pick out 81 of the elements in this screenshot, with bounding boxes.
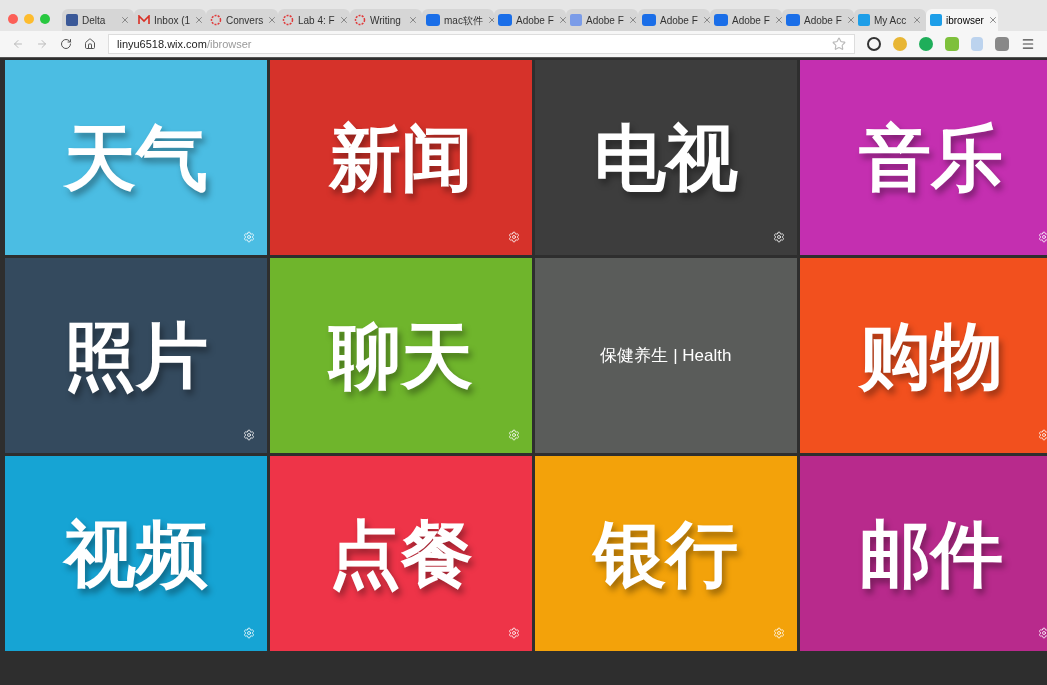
browser-tab[interactable]: My Acc (854, 9, 926, 32)
app-tile[interactable]: 邮件 (800, 456, 1047, 651)
browser-tab[interactable]: mac软件 (422, 9, 494, 32)
tab-title: Adobe F (586, 13, 624, 28)
url-path: /ibrowser (206, 36, 252, 52)
app-tile[interactable]: 音乐 (800, 60, 1047, 255)
settings-icon[interactable] (1038, 429, 1047, 441)
settings-icon[interactable] (508, 231, 520, 243)
tab-title: Adobe F (732, 13, 770, 28)
browser-tab[interactable]: Convers (206, 9, 278, 32)
tile-label: 音乐 (859, 121, 1003, 194)
tile-label: 电视 (594, 121, 738, 194)
close-tab-icon[interactable] (120, 15, 130, 26)
tile-label: 邮件 (859, 517, 1003, 590)
address-field[interactable]: linyu6518.wix.com/ibrowser (108, 34, 855, 55)
bookmark-star-icon[interactable] (832, 37, 846, 52)
settings-icon[interactable] (1038, 627, 1047, 639)
app-tile[interactable]: 点餐 (270, 456, 532, 651)
ring-icon (210, 14, 222, 27)
close-tab-icon[interactable] (338, 15, 349, 26)
forward-icon[interactable] (36, 38, 48, 51)
tile-label: 天气 (64, 121, 208, 194)
tile-label: 保健养生 | Health (600, 344, 732, 367)
tab-title: Inbox (1 (154, 13, 191, 28)
url-host: linyu6518.wix.com (117, 36, 207, 52)
close-tab-icon[interactable] (987, 15, 998, 26)
tile-label: 视频 (64, 517, 208, 590)
browser-tab[interactable]: ibrowser (926, 9, 998, 32)
tab-title: Writing (370, 13, 401, 28)
close-tab-icon[interactable] (845, 15, 856, 26)
settings-icon[interactable] (773, 231, 785, 243)
tab-title: Lab 4: F (298, 13, 335, 28)
tab-title: Adobe F (660, 13, 698, 28)
tab-title: Convers (226, 13, 264, 28)
maximize-window-icon[interactable] (40, 14, 50, 25)
close-tab-icon[interactable] (267, 15, 278, 26)
app-tile[interactable]: 新闻 (270, 60, 532, 255)
app-tile[interactable]: 电视 (535, 60, 797, 255)
ring-icon (282, 14, 294, 27)
close-tab-icon[interactable] (194, 15, 205, 26)
browser-tab[interactable]: Inbox (1 (134, 9, 206, 32)
tab-title: Delta (82, 13, 106, 28)
ring-icon (354, 14, 366, 27)
tile-label: 银行 (594, 517, 738, 590)
app-tile[interactable]: 照片 (5, 258, 267, 453)
browser-tab[interactable]: Adobe F (566, 9, 638, 32)
tab-title: mac软件 (444, 13, 483, 28)
browser-tab[interactable]: Adobe F (494, 9, 566, 32)
close-tab-icon[interactable] (912, 15, 922, 26)
close-tab-icon[interactable] (627, 15, 638, 26)
app-tile[interactable]: 购物 (800, 258, 1047, 453)
tab-title: Adobe F (804, 13, 842, 28)
menu-icon[interactable] (1021, 37, 1035, 52)
close-window-icon[interactable] (8, 14, 18, 25)
close-tab-icon[interactable] (557, 15, 568, 26)
app-tile[interactable]: 保健养生 | Health (535, 258, 797, 453)
close-tab-icon[interactable] (408, 15, 418, 26)
browser-tab[interactable]: Adobe F (638, 9, 710, 32)
settings-icon[interactable] (1038, 231, 1047, 243)
browser-tab[interactable]: Delta (62, 9, 134, 32)
browser-tab[interactable]: Adobe F (782, 9, 854, 32)
reload-icon[interactable] (60, 38, 72, 51)
settings-icon[interactable] (243, 429, 255, 441)
minimize-window-icon[interactable] (24, 14, 34, 25)
browser-tab[interactable]: Writing (350, 9, 422, 32)
browser-tab[interactable]: Lab 4: F (278, 9, 350, 32)
home-icon[interactable] (84, 38, 96, 51)
tab-title: ibrowser (946, 13, 984, 28)
tile-label: 新闻 (329, 121, 473, 194)
back-icon[interactable] (12, 38, 24, 51)
close-tab-icon[interactable] (701, 15, 712, 26)
tile-label: 聊天 (329, 319, 473, 392)
mail-icon (138, 15, 150, 26)
close-tab-icon[interactable] (773, 15, 784, 26)
tile-label: 购物 (859, 319, 1003, 392)
circle-extension-icon[interactable] (919, 37, 933, 52)
browser-tab[interactable]: Adobe F (710, 9, 782, 32)
ring-extension-icon[interactable] (867, 37, 881, 52)
facebook-icon (66, 14, 78, 27)
tab-title: My Acc (874, 13, 907, 28)
tab-title: Adobe F (516, 13, 554, 28)
